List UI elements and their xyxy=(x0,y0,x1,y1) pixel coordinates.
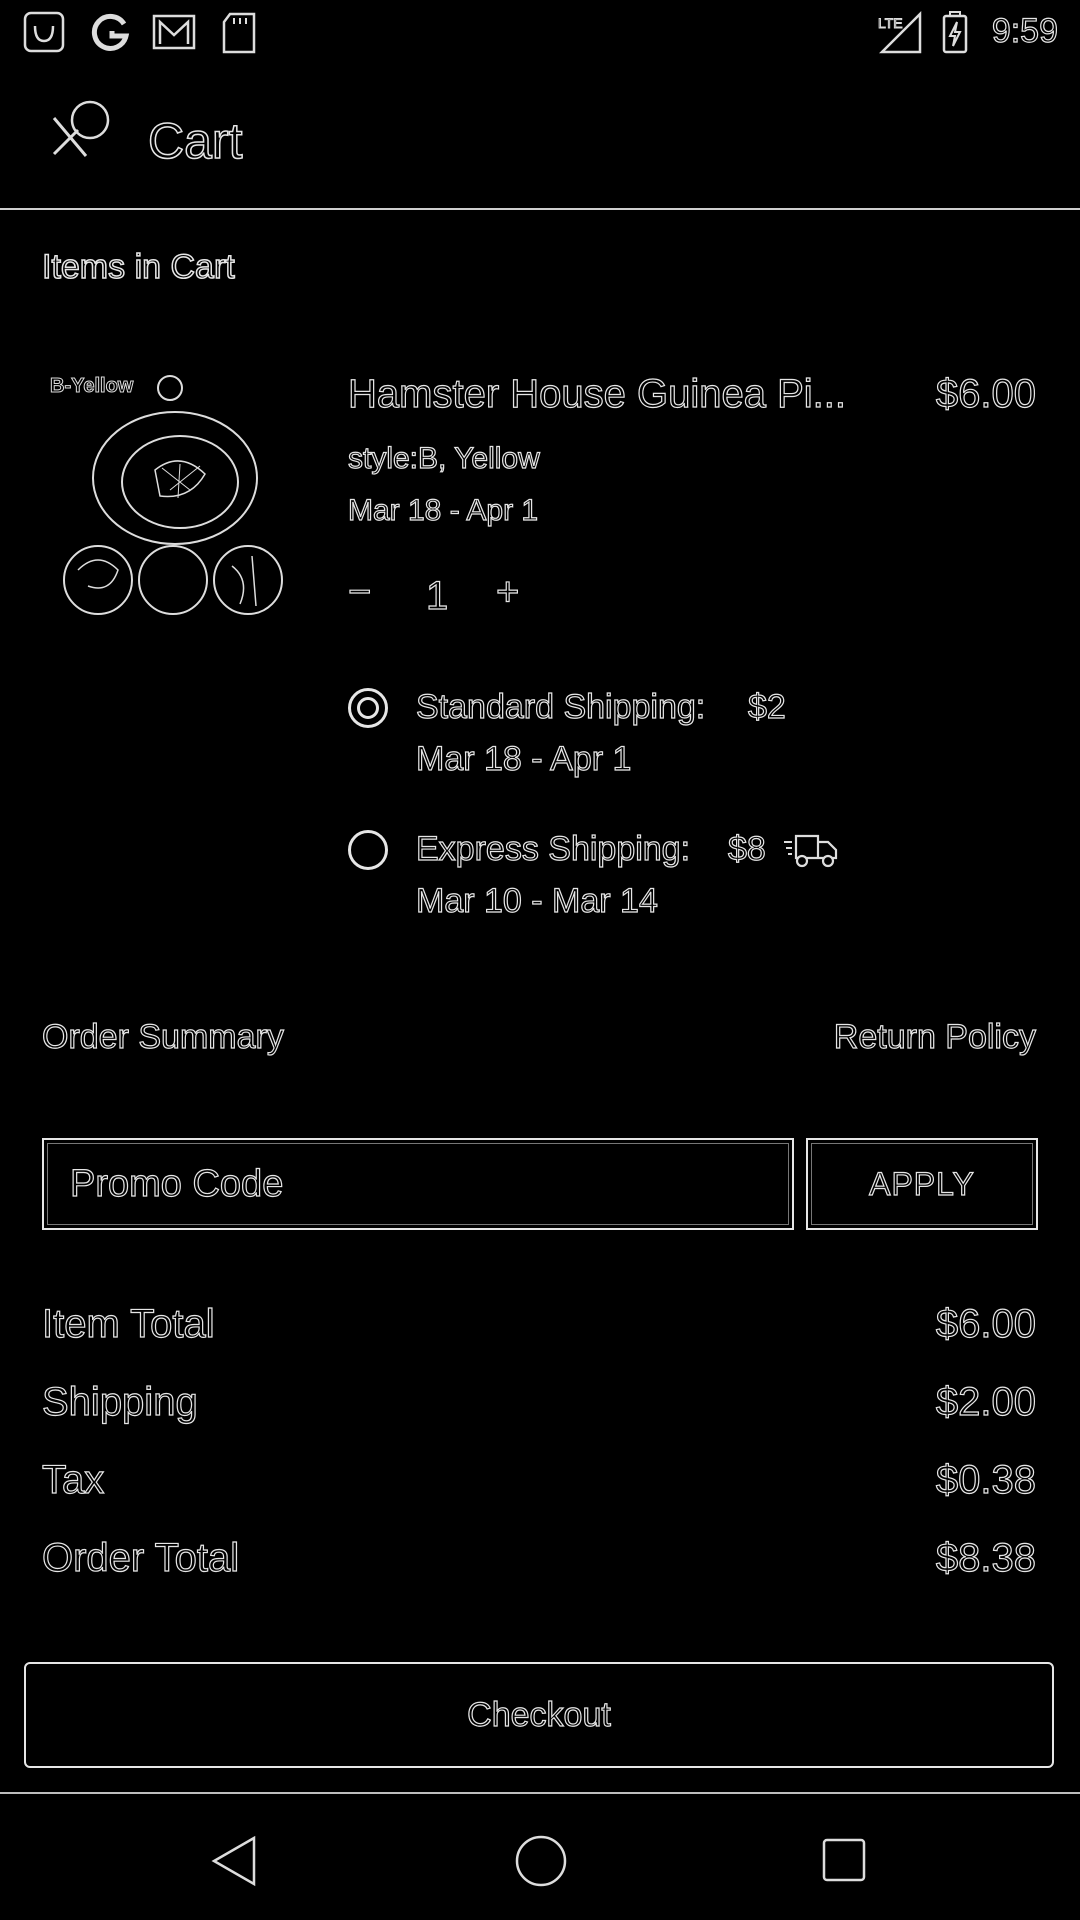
home-icon[interactable] xyxy=(514,1834,568,1888)
google-icon xyxy=(88,10,132,54)
lte-signal-icon: LTE xyxy=(876,10,924,54)
page-title: Cart xyxy=(147,112,243,170)
shipping-label: Standard Shipping: xyxy=(415,687,706,726)
app-bar: Cart xyxy=(0,64,1080,210)
shipping-option-standard[interactable]: Standard Shipping: $2 Mar 18 - Apr 1 xyxy=(348,687,1048,798)
product-delivery-date: Mar 18 - Apr 1 xyxy=(347,493,539,527)
back-icon[interactable] xyxy=(210,1834,260,1888)
shipping-date: Mar 18 - Apr 1 xyxy=(415,739,632,778)
recents-icon[interactable] xyxy=(820,1836,868,1884)
order-total-label: Order Total xyxy=(41,1535,240,1580)
status-bar: LTE 9:59 xyxy=(0,0,1080,64)
system-nav-bar xyxy=(0,1792,1080,1920)
quantity-decrease-button[interactable]: − xyxy=(347,569,388,624)
item-total-value: $6.00 xyxy=(935,1301,1036,1346)
shipping-total-value: $2.00 xyxy=(935,1379,1036,1424)
product-image-label: B-Yellow xyxy=(50,375,134,397)
radio-unselected-icon[interactable] xyxy=(348,830,388,870)
radio-selected-icon[interactable] xyxy=(348,688,388,728)
product-price: $6.00 xyxy=(935,371,1036,416)
shipping-price: $2 xyxy=(747,687,786,726)
product-image[interactable]: B-Yellow xyxy=(40,370,290,630)
shipping-price: $8 xyxy=(727,829,766,868)
items-section-title: Items in Cart xyxy=(41,247,235,287)
apply-button[interactable]: APPLY xyxy=(806,1138,1038,1230)
delivery-truck-icon xyxy=(782,826,838,870)
checkout-button[interactable]: Checkout xyxy=(24,1662,1054,1768)
tax-value: $0.38 xyxy=(935,1457,1036,1502)
lte-label: LTE xyxy=(878,15,903,31)
app-logo-icon[interactable] xyxy=(46,98,116,168)
shipping-label: Express Shipping: xyxy=(415,829,691,868)
tax-label: Tax xyxy=(41,1457,105,1502)
order-summary-title: Order Summary xyxy=(41,1017,284,1056)
promo-code-field[interactable] xyxy=(42,1138,794,1230)
product-style: style:B, Yellow xyxy=(347,441,540,475)
return-policy-link[interactable]: Return Policy xyxy=(833,1017,1036,1057)
promo-code-input[interactable] xyxy=(44,1140,792,1228)
shipping-date: Mar 10 - Mar 14 xyxy=(415,881,658,920)
shipping-total-label: Shipping xyxy=(41,1379,198,1424)
gmail-icon xyxy=(150,10,196,54)
notification-icon xyxy=(22,10,66,54)
shipping-option-express[interactable]: Express Shipping: $8 Mar 10 - Mar 14 xyxy=(348,829,1048,940)
order-total-value: $8.38 xyxy=(935,1535,1036,1580)
battery-charging-icon xyxy=(940,10,970,54)
product-name[interactable]: Hamster House Guinea Pi... xyxy=(348,372,868,417)
item-total-label: Item Total xyxy=(41,1301,215,1346)
quantity-value: 1 xyxy=(425,573,449,618)
quantity-increase-button[interactable]: + xyxy=(495,569,536,624)
clock: 9:59 xyxy=(991,11,1058,50)
sd-card-icon xyxy=(220,10,264,54)
